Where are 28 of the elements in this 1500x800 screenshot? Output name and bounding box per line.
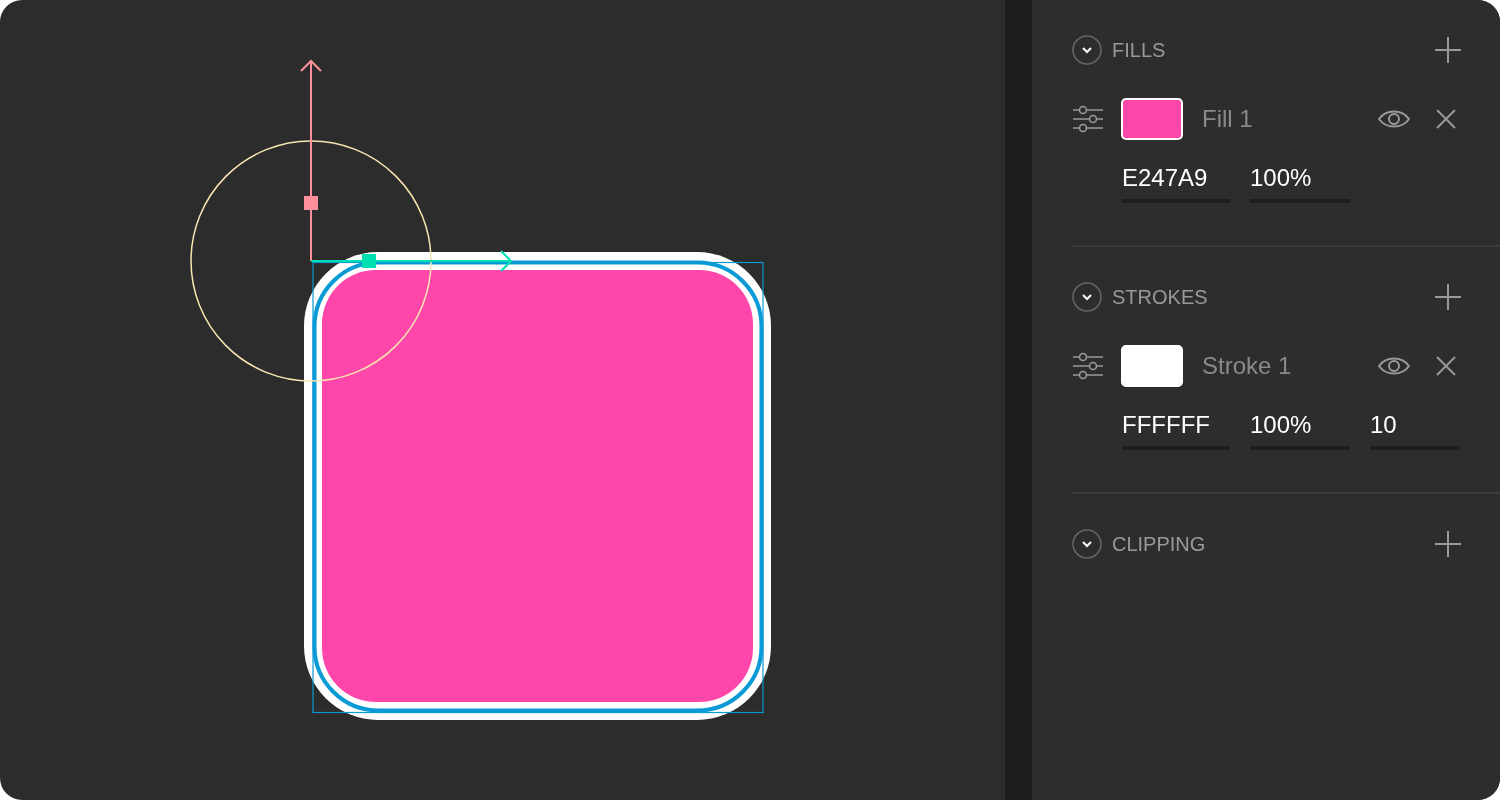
input-field[interactable]: E247A9 [1122, 163, 1230, 203]
plus-icon[interactable] [1434, 283, 1462, 311]
input-field[interactable]: 10 [1370, 410, 1460, 450]
sliders-icon[interactable] [1072, 350, 1104, 382]
plus-icon[interactable] [1434, 530, 1462, 558]
close-icon[interactable] [1436, 356, 1456, 376]
handle[interactable] [362, 254, 376, 268]
close-icon[interactable] [1436, 109, 1456, 129]
input-field[interactable]: 100% [1250, 163, 1350, 203]
sliders-icon[interactable] [1072, 103, 1104, 135]
chevron-icon[interactable] [1072, 529, 1102, 559]
layer-name: Stroke 1 [1202, 352, 1293, 380]
vertical-arrow[interactable] [300, 59, 322, 262]
chevron-icon[interactable] [1072, 282, 1102, 312]
color-swatch[interactable] [1121, 98, 1183, 140]
color-swatch[interactable] [1121, 345, 1183, 387]
input-field[interactable]: 100% [1250, 410, 1350, 450]
eye-icon[interactable] [1378, 356, 1410, 376]
section-title: CLIPPING [1112, 532, 1207, 556]
layer-name: Fill 1 [1202, 105, 1254, 133]
horizontal-arrow[interactable] [310, 250, 513, 272]
input-field[interactable]: FFFFFF [1122, 410, 1230, 450]
section-title: STROKES [1112, 285, 1209, 309]
section-title: FILLS [1112, 38, 1167, 62]
plus-icon[interactable] [1434, 36, 1462, 64]
chevron-icon[interactable] [1072, 35, 1102, 65]
eye-icon[interactable] [1378, 109, 1410, 129]
handle[interactable] [304, 196, 318, 210]
